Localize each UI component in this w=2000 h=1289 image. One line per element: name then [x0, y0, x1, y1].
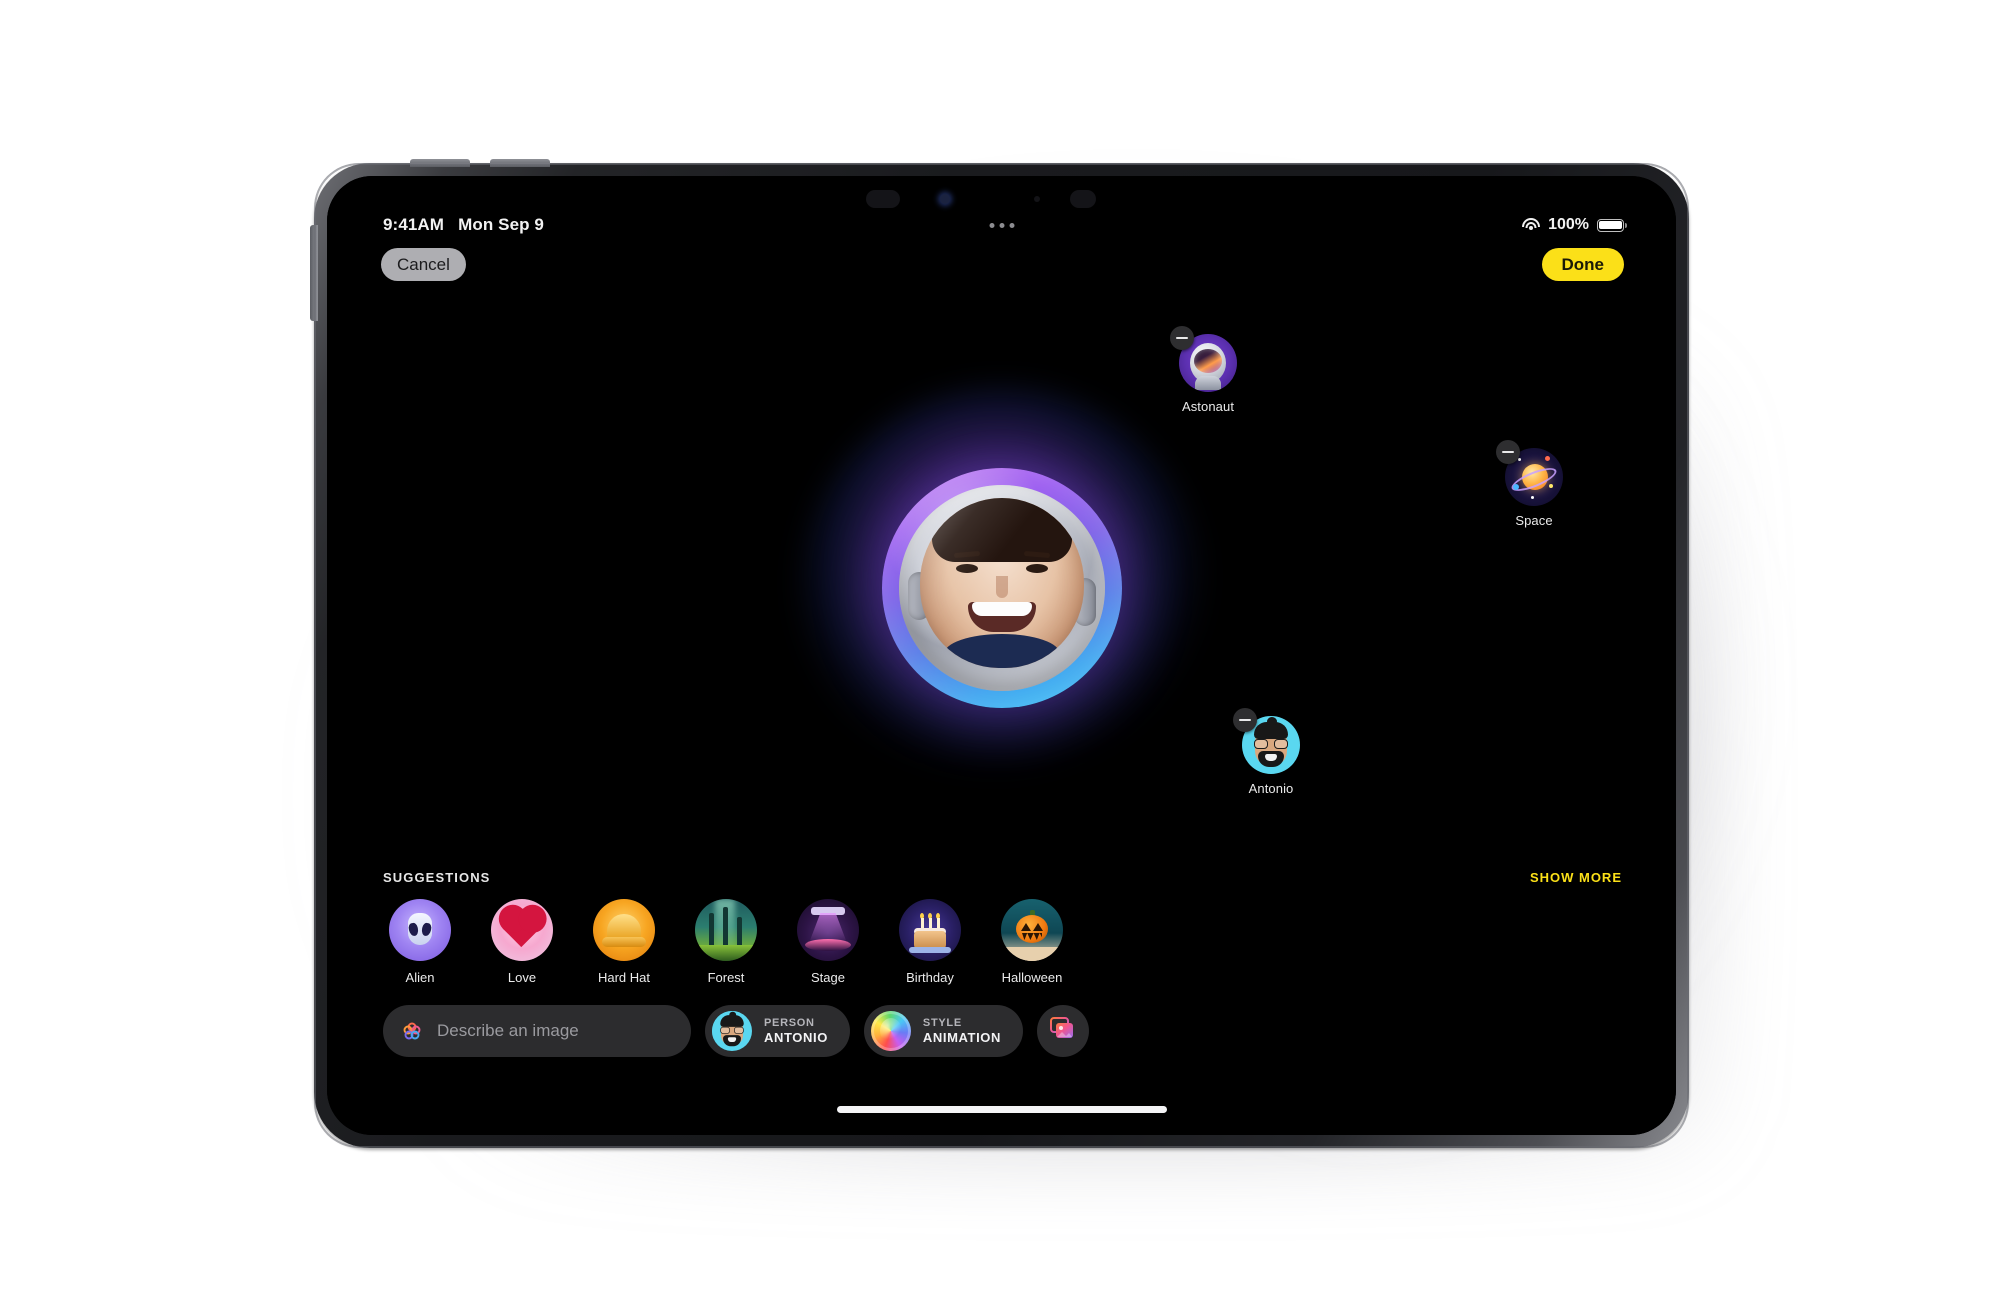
suggestion-birthday[interactable]: Birthday	[899, 899, 961, 985]
suggestion-alien[interactable]: Alien	[389, 899, 451, 985]
suggestion-forest[interactable]: Forest	[695, 899, 757, 985]
photo-library-button[interactable]	[1037, 1005, 1089, 1057]
home-indicator[interactable]	[836, 1106, 1167, 1113]
memoji-avatar-icon	[712, 1011, 752, 1051]
status-bar: 9:41AM Mon Sep 9 100%	[327, 212, 1676, 238]
battery-percent-label: 100%	[1548, 216, 1589, 233]
multitasking-dots-icon[interactable]	[989, 222, 1014, 228]
wifi-icon	[1522, 218, 1541, 232]
helmet-visor	[919, 498, 1084, 668]
app-screen: 9:41AM Mon Sep 9 100% Cancel Done Astona…	[327, 176, 1676, 1135]
person-key-label: PERSON	[764, 1017, 815, 1029]
alien-head-icon	[389, 899, 451, 961]
dot-2	[999, 222, 1004, 228]
stage-lights-icon	[797, 899, 859, 961]
suggestion-label: Alien	[405, 970, 435, 985]
concept-chip-astronaut[interactable]: Astonaut	[1170, 326, 1237, 414]
remove-chip-button[interactable]	[1496, 440, 1520, 464]
concept-chip-antonio[interactable]: Antonio	[1233, 708, 1300, 796]
suggestion-label: Stage	[811, 970, 845, 985]
dot-3	[1009, 222, 1014, 228]
suggestion-hard-hat[interactable]: Hard Hat	[593, 899, 655, 985]
bottom-toolbar: Describe an image PERSON ANTONIO STYLE A…	[383, 1005, 1620, 1057]
suggestion-label: Halloween	[1001, 970, 1063, 985]
remove-chip-button[interactable]	[1233, 708, 1257, 732]
suggestion-label: Love	[507, 970, 537, 985]
style-sphere-icon	[870, 1011, 911, 1051]
suggestions-title: SUGGESTIONS	[383, 870, 491, 885]
suggestion-halloween[interactable]: Halloween	[1001, 899, 1063, 985]
volume-up-button[interactable]	[410, 159, 470, 167]
status-date: Mon Sep 9	[458, 215, 544, 234]
birthday-cake-icon	[899, 899, 961, 961]
suggestion-love[interactable]: Love	[491, 899, 553, 985]
suggestion-stage[interactable]: Stage	[797, 899, 859, 985]
suggestions-section: SUGGESTIONS SHOW MORE Alien Love Hard Ha…	[327, 870, 1676, 985]
remove-chip-button[interactable]	[1170, 326, 1194, 350]
visor-reflection	[919, 498, 1084, 668]
heart-icon	[491, 899, 553, 961]
style-value-label: ANIMATION	[922, 1030, 1001, 1045]
ipad-device-frame: 9:41AM Mon Sep 9 100% Cancel Done Astona…	[310, 159, 1689, 1148]
ambient-sensor-icon	[1033, 196, 1040, 202]
ipad-screen-area: 9:41AM Mon Sep 9 100% Cancel Done Astona…	[327, 176, 1676, 1135]
suggestion-label: Forest	[707, 970, 745, 985]
suggestion-label: Birthday	[906, 970, 954, 985]
person-selector-button[interactable]: PERSON ANTONIO	[705, 1005, 850, 1057]
suggestions-header: SUGGESTIONS SHOW MORE	[327, 870, 1676, 885]
generated-image-hero[interactable]	[801, 388, 1202, 788]
jack-o-lantern-icon	[1001, 899, 1063, 961]
battery-full-icon	[1597, 218, 1627, 232]
astronaut-portrait-icon	[881, 468, 1122, 708]
suggestions-row: Alien Love Hard Hat Forest Stage Birthda…	[327, 899, 1676, 985]
describe-image-input[interactable]: Describe an image	[383, 1005, 691, 1057]
face-id-sensor-icon	[1069, 190, 1096, 208]
volume-down-button[interactable]	[490, 159, 550, 167]
forest-icon	[695, 899, 757, 961]
screenshot-root: 9:41AM Mon Sep 9 100% Cancel Done Astona…	[0, 0, 2000, 1289]
done-button[interactable]: Done	[1541, 248, 1624, 281]
front-camera-icon	[939, 194, 950, 204]
dot-1	[989, 222, 994, 228]
suggestion-label: Hard Hat	[597, 970, 651, 985]
style-selector-button[interactable]: STYLE ANIMATION	[863, 1005, 1023, 1057]
power-button[interactable]	[310, 225, 318, 321]
status-bar-right: 100%	[1522, 216, 1627, 234]
concept-chip-space[interactable]: Space	[1496, 440, 1563, 528]
image-playground-canvas: Astonaut Space Antonio	[327, 296, 1676, 885]
chip-label: Astonaut	[1181, 399, 1235, 414]
person-value-label: ANTONIO	[764, 1030, 828, 1045]
show-more-button[interactable]: SHOW MORE	[1530, 870, 1622, 885]
image-playground-icon	[399, 1018, 425, 1044]
camera-sensor-housing	[852, 186, 1152, 212]
photo-library-icon	[1049, 1016, 1077, 1047]
status-time: 9:41AM	[383, 215, 445, 234]
cancel-button[interactable]: Cancel	[381, 248, 466, 281]
style-key-label: STYLE	[922, 1017, 962, 1029]
status-bar-left: 9:41AM Mon Sep 9	[383, 215, 544, 235]
chip-label: Antonio	[1248, 781, 1294, 796]
chip-label: Space	[1515, 513, 1553, 528]
describe-placeholder: Describe an image	[437, 1021, 579, 1040]
hard-hat-icon	[593, 899, 655, 961]
speaker-slot-icon	[865, 190, 900, 208]
